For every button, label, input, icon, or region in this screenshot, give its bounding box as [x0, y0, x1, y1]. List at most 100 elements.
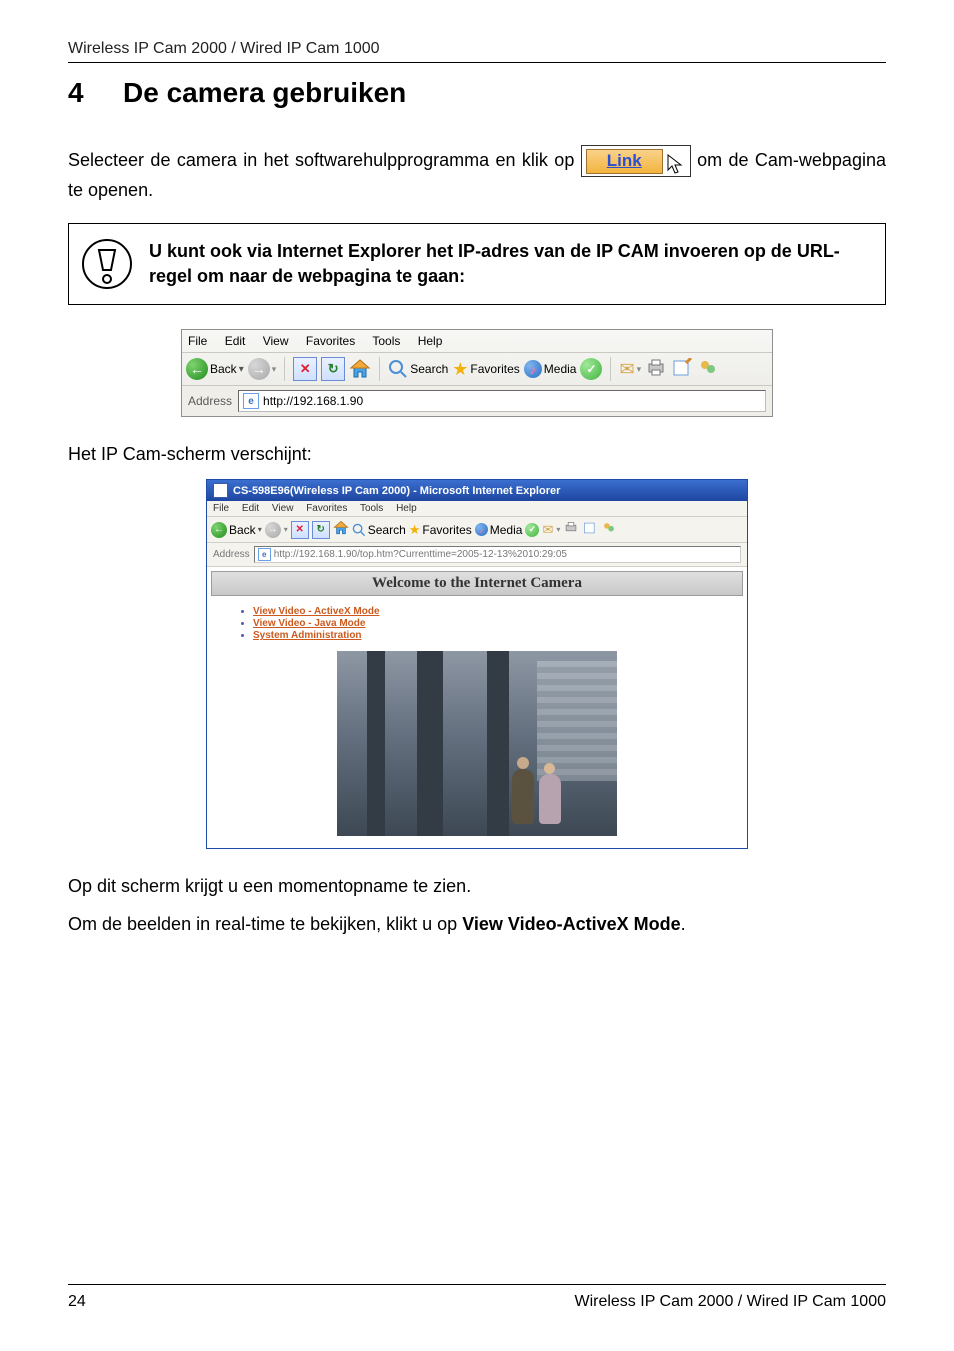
discuss-button[interactable]	[697, 358, 719, 381]
ie-menu-item[interactable]: File	[188, 334, 207, 348]
ie-button-toolbar: ← Back ▾ → ▾ ✕ ↻	[182, 353, 772, 386]
chevron-down-icon: ▾	[637, 364, 642, 375]
discuss-button[interactable]	[601, 521, 617, 538]
link-button[interactable]: Link	[581, 145, 691, 177]
menu-item[interactable]: Tools	[360, 503, 383, 514]
separator	[379, 357, 380, 381]
print-button[interactable]	[563, 521, 579, 538]
media-icon: ♪	[475, 523, 488, 536]
list-item: System Administration	[253, 630, 717, 641]
body-text: Om de beelden in real-time te bekijken, …	[68, 911, 886, 937]
forward-button[interactable]: → ▾	[248, 358, 277, 380]
menu-item[interactable]: View	[272, 503, 294, 514]
ie-toolbar-screenshot: File Edit View Favorites Tools Help ← Ba…	[181, 329, 773, 417]
running-header: Wireless IP Cam 2000 / Wired IP Cam 1000	[68, 40, 886, 58]
callout-box: U kunt ook via Internet Explorer het IP-…	[68, 223, 886, 305]
mail-button[interactable]: ✉ ▾	[619, 359, 641, 380]
star-icon: ★	[409, 522, 421, 538]
last-prefix: Om de beelden in real-time te bekijken, …	[68, 914, 462, 934]
intro-paragraph: Selecteer de camera in het softwarehulpp…	[68, 145, 886, 203]
menu-item[interactable]: Favorites	[306, 503, 347, 514]
favorites-button[interactable]: ★ Favorites	[409, 522, 472, 538]
camera-snapshot	[337, 651, 617, 836]
page-icon: e	[258, 548, 271, 561]
mail-icon: ✉	[619, 359, 634, 380]
edit-button[interactable]	[582, 521, 598, 538]
media-button[interactable]: ♪ Media	[524, 360, 577, 378]
ipcam-window-screenshot: CS-598E96(Wireless IP Cam 2000) - Micros…	[206, 479, 748, 849]
home-icon	[349, 358, 371, 380]
media-label: Media	[490, 523, 523, 537]
search-button[interactable]: Search	[388, 359, 448, 379]
print-button[interactable]	[645, 358, 667, 381]
back-arrow-icon: ←	[211, 522, 227, 538]
last-bold: View Video-ActiveX Mode	[462, 914, 680, 934]
ie-address-bar: Address e http://192.168.1.90	[182, 386, 772, 416]
home-button[interactable]	[349, 358, 371, 380]
section-heading: 4De camera gebruiken	[68, 77, 886, 109]
print-icon	[563, 521, 579, 535]
stop-button[interactable]: ✕	[293, 357, 317, 381]
footer-rule	[68, 1284, 886, 1285]
media-button[interactable]: ♪ Media	[475, 523, 523, 537]
stop-icon: ✕	[296, 524, 304, 535]
address-value: http://192.168.1.90	[263, 394, 363, 408]
snapshot-pillar	[417, 651, 443, 836]
search-button[interactable]: Search	[352, 523, 406, 537]
ie-menu-item[interactable]: Favorites	[306, 334, 355, 348]
window-address-bar: Address e http://192.168.1.90/top.htm?Cu…	[207, 543, 747, 567]
mail-button[interactable]: ✉	[542, 522, 553, 538]
window-menu-bar: File Edit View Favorites Tools Help	[207, 501, 747, 517]
discuss-icon	[601, 521, 617, 535]
menu-item[interactable]: File	[213, 503, 229, 514]
ie-menu-item[interactable]: Tools	[372, 334, 400, 348]
list-item: View Video - Java Mode	[253, 618, 717, 629]
menu-item[interactable]: Edit	[242, 503, 259, 514]
home-icon	[333, 520, 349, 536]
view-java-link[interactable]: View Video - Java Mode	[253, 618, 365, 629]
search-icon	[352, 523, 366, 537]
history-button[interactable]: ✓	[580, 358, 602, 380]
search-icon	[388, 359, 408, 379]
back-arrow-icon: ←	[186, 358, 208, 380]
link-button-label: Link	[586, 149, 663, 174]
ie-menu-item[interactable]: Edit	[225, 334, 246, 348]
page-icon: e	[243, 393, 259, 409]
back-button[interactable]: ← Back ▾	[186, 358, 244, 380]
address-field[interactable]: e http://192.168.1.90	[238, 390, 766, 412]
discuss-icon	[697, 358, 719, 378]
refresh-button[interactable]: ↻	[321, 357, 345, 381]
page-number: 24	[68, 1293, 86, 1311]
menu-item[interactable]: Help	[396, 503, 417, 514]
search-label: Search	[368, 523, 406, 537]
home-button[interactable]	[333, 520, 349, 539]
print-icon	[645, 358, 667, 378]
footer-product: Wireless IP Cam 2000 / Wired IP Cam 1000	[574, 1293, 886, 1311]
edit-button[interactable]	[671, 358, 693, 381]
system-admin-link[interactable]: System Administration	[253, 630, 362, 641]
stop-button[interactable]: ✕	[291, 521, 309, 539]
forward-button[interactable]: →	[265, 522, 281, 538]
ie-menu-item[interactable]: Help	[418, 334, 443, 348]
welcome-heading: Welcome to the Internet Camera	[211, 571, 743, 596]
favorites-label: Favorites	[470, 362, 519, 376]
camera-link-list: View Video - ActiveX Mode View Video - J…	[237, 606, 717, 641]
address-field[interactable]: e http://192.168.1.90/top.htm?Currenttim…	[254, 546, 741, 563]
back-button[interactable]: ← Back ▾	[211, 522, 262, 538]
window-toolbar: ← Back ▾ → ▾ ✕ ↻ Search	[207, 517, 747, 543]
window-title: CS-598E96(Wireless IP Cam 2000) - Micros…	[233, 485, 560, 497]
separator	[610, 357, 611, 381]
view-activex-link[interactable]: View Video - ActiveX Mode	[253, 606, 380, 617]
intro-prefix: Selecteer de camera in het softwarehulpp…	[68, 150, 581, 170]
refresh-button[interactable]: ↻	[312, 521, 330, 539]
favorites-button[interactable]: ★ Favorites	[452, 359, 520, 380]
chevron-down-icon: ▾	[284, 525, 288, 534]
address-value: http://192.168.1.90/top.htm?Currenttime=…	[274, 549, 567, 560]
history-button[interactable]: ✓	[525, 523, 539, 537]
note-icon	[79, 238, 135, 290]
favorites-label: Favorites	[422, 523, 471, 537]
ie-menu-item[interactable]: View	[263, 334, 289, 348]
window-titlebar: CS-598E96(Wireless IP Cam 2000) - Micros…	[207, 480, 747, 501]
callout-text: U kunt ook via Internet Explorer het IP-…	[149, 239, 867, 289]
chevron-down-icon: ▾	[272, 364, 277, 375]
